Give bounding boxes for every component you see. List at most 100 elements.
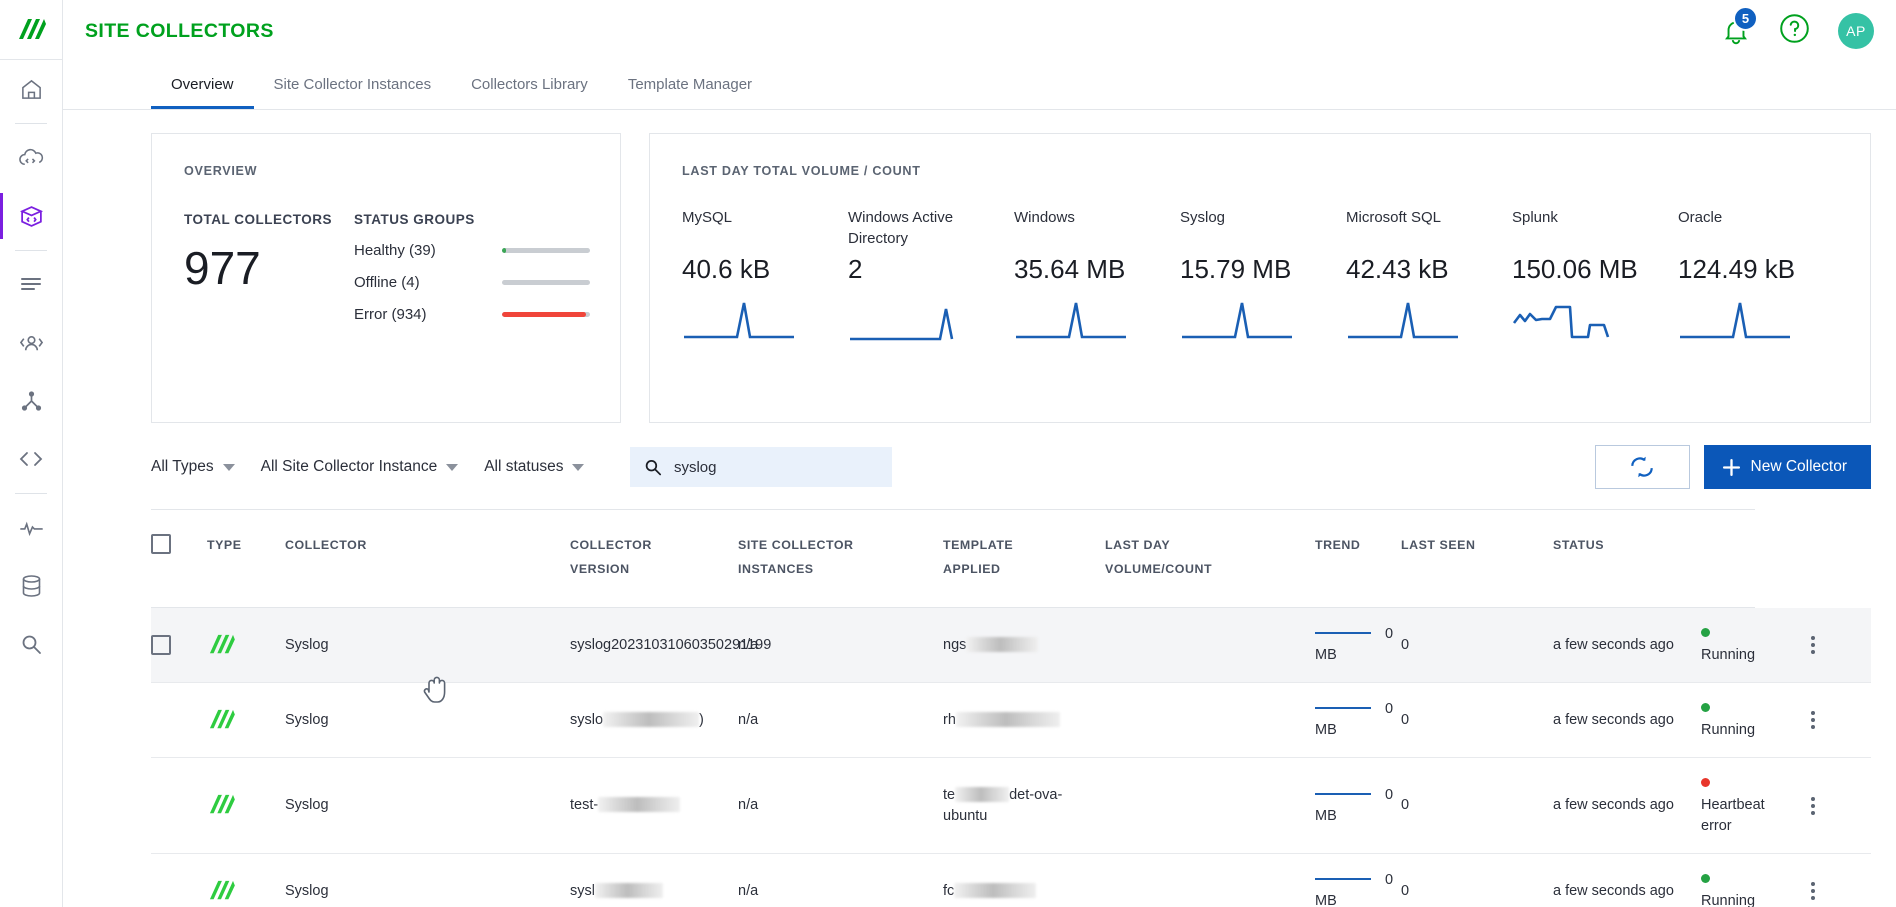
row-checkbox-cell[interactable] [151,853,207,907]
status-badge: Running [1701,607,1755,684]
row-site-collector-instances: rh [943,682,1105,759]
status-dot [1701,703,1710,713]
volume-tile-syslog: Syslog 15.79 MB [1180,208,1346,343]
sidebar-item-cloud-code[interactable] [0,129,62,187]
summary-cards: OVERVIEW TOTAL COLLECTORS 977 STATUS GRO… [63,110,1896,423]
volume-tile-name: Windows [1014,209,1075,226]
notification-badge: 5 [1733,6,1758,31]
row-checkbox-cell[interactable] [151,757,207,855]
row-collector-version: n/a [738,853,943,907]
filter-instance[interactable]: All Site Collector Instance [261,458,459,476]
tab-collectors-library[interactable]: Collectors Library [451,62,608,109]
status-dot [1701,778,1710,788]
table-header-row: TYPE COLLECTOR COLLECTOR VERSION SITE CO… [151,508,1871,609]
th-site-collector-instances[interactable]: SITE COLLECTOR INSTANCES [738,508,943,609]
row-last-seen: a few seconds ago [1553,682,1701,759]
row-actions-menu[interactable] [1755,682,1871,759]
row-collector: sysl [570,853,738,907]
th-template-applied[interactable]: TEMPLATE APPLIED [943,508,1105,609]
sidebar-item-code[interactable] [0,430,62,488]
new-collector-button[interactable]: New Collector [1703,445,1871,489]
status-badge: Running [1701,682,1755,759]
brand-logo-icon[interactable] [0,0,62,60]
row-collector: syslo) [570,682,738,759]
tab-site-collector-instances[interactable]: Site Collector Instances [254,62,452,109]
row-template-applied [1105,757,1315,855]
filter-types[interactable]: All Types [151,458,235,476]
row-actions-menu[interactable] [1755,757,1871,855]
sparkline-oracle [1678,297,1836,343]
status-group-label: Offline (4) [354,274,420,291]
th-last-day-volume[interactable]: LAST DAY VOLUME/COUNT [1105,508,1315,609]
tab-template-manager[interactable]: Template Manager [608,62,772,109]
row-volume-bar [1315,878,1371,881]
row-type-cell [207,682,285,759]
chevron-down-icon [222,463,235,471]
row-volume: 0 MB [1315,757,1401,855]
row-actions-menu[interactable] [1755,607,1871,684]
filter-types-label: All Types [151,458,214,475]
avatar[interactable]: AP [1838,13,1874,49]
volume-tile-name: Syslog [1180,209,1226,226]
row-type-label: Syslog [285,757,570,855]
select-all-checkbox[interactable] [151,534,171,554]
row-collector: syslog20231031060350291199 [570,607,771,684]
status-bar-offline [502,280,590,285]
notifications-button[interactable]: 5 [1721,6,1758,47]
main-region: SITE COLLECTORS 5 AP Overview Site Colle… [63,0,1896,907]
sparkline-syslog [1180,297,1338,343]
filter-status[interactable]: All statuses [484,458,585,476]
search-box[interactable] [630,447,893,487]
sidebar-item-search[interactable] [0,615,62,673]
row-type-label: Syslog [285,607,570,684]
row-collector: test- [570,757,738,855]
table-row[interactable]: Syslog test- n/a te det-ova-ubuntu 0 MB 0… [151,757,1871,855]
sparkline-splunk [1512,297,1670,343]
volume-tile-name: Oracle [1678,209,1723,226]
row-trend: 0 [1401,607,1553,684]
volume-tile-name: Windows Active Directory [848,209,954,247]
sidebar-item-logs[interactable] [0,256,62,314]
help-button[interactable] [1779,13,1810,49]
volume-tile-mysql: MySQL 40.6 kB [682,208,848,343]
row-volume: 0 MB [1315,607,1401,684]
row-type-cell [207,607,285,684]
row-site-collector-instances: ngs [943,607,1105,684]
sidebar-item-users[interactable] [0,314,62,372]
th-last-seen[interactable]: LAST SEEN [1401,508,1553,609]
volume-tiles: MySQL 40.6 kB Windows Active Directory 2 [682,208,1844,343]
row-volume: 0 MB [1315,853,1401,907]
th-type[interactable]: TYPE [207,508,285,609]
row-type-label: Syslog [285,853,570,907]
collectors-table: TYPE COLLECTOR COLLECTOR VERSION SITE CO… [151,508,1871,907]
th-collector-version[interactable]: COLLECTOR VERSION [570,508,738,609]
row-actions-menu[interactable] [1755,853,1871,907]
th-trend[interactable]: TREND [1315,508,1401,609]
rail-divider [15,493,47,494]
tab-overview[interactable]: Overview [151,62,254,109]
table-row[interactable]: Syslog syslog20231031060350291199 n/a ng… [151,607,1871,684]
sidebar-item-site-collectors[interactable] [0,187,62,245]
volume-tile-windows-active-directory: Windows Active Directory 2 [848,208,1014,343]
sidebar-item-activity[interactable] [0,499,62,557]
table-row[interactable]: Syslog syslo) n/a rh 0 MB 0 a few second… [151,682,1871,759]
sidebar-item-home[interactable] [0,60,62,118]
row-checkbox-cell[interactable] [151,607,207,684]
search-input[interactable] [673,458,879,476]
total-collectors-label: TOTAL COLLECTORS [184,212,333,227]
volume-tile-oracle: Oracle 124.49 kB [1678,208,1844,343]
status-group-healthy: Healthy (39) [354,242,590,259]
filter-bar: All Types All Site Collector Instance Al… [63,423,1896,489]
total-collectors-value: 977 [184,242,261,294]
row-volume-bar [1315,707,1371,710]
sidebar-item-topology[interactable] [0,372,62,430]
row-checkbox[interactable] [151,635,171,656]
sidebar-item-database[interactable] [0,557,62,615]
th-status[interactable]: STATUS [1553,508,1701,609]
th-collector[interactable]: COLLECTOR [285,508,570,609]
refresh-button[interactable] [1594,445,1690,489]
row-checkbox-cell[interactable] [151,682,207,759]
table-row[interactable]: Syslog sysl n/a fc 0 MB 0 a few seconds … [151,853,1871,907]
collector-logo-icon [207,795,235,815]
row-collector-version: n/a [738,682,943,759]
